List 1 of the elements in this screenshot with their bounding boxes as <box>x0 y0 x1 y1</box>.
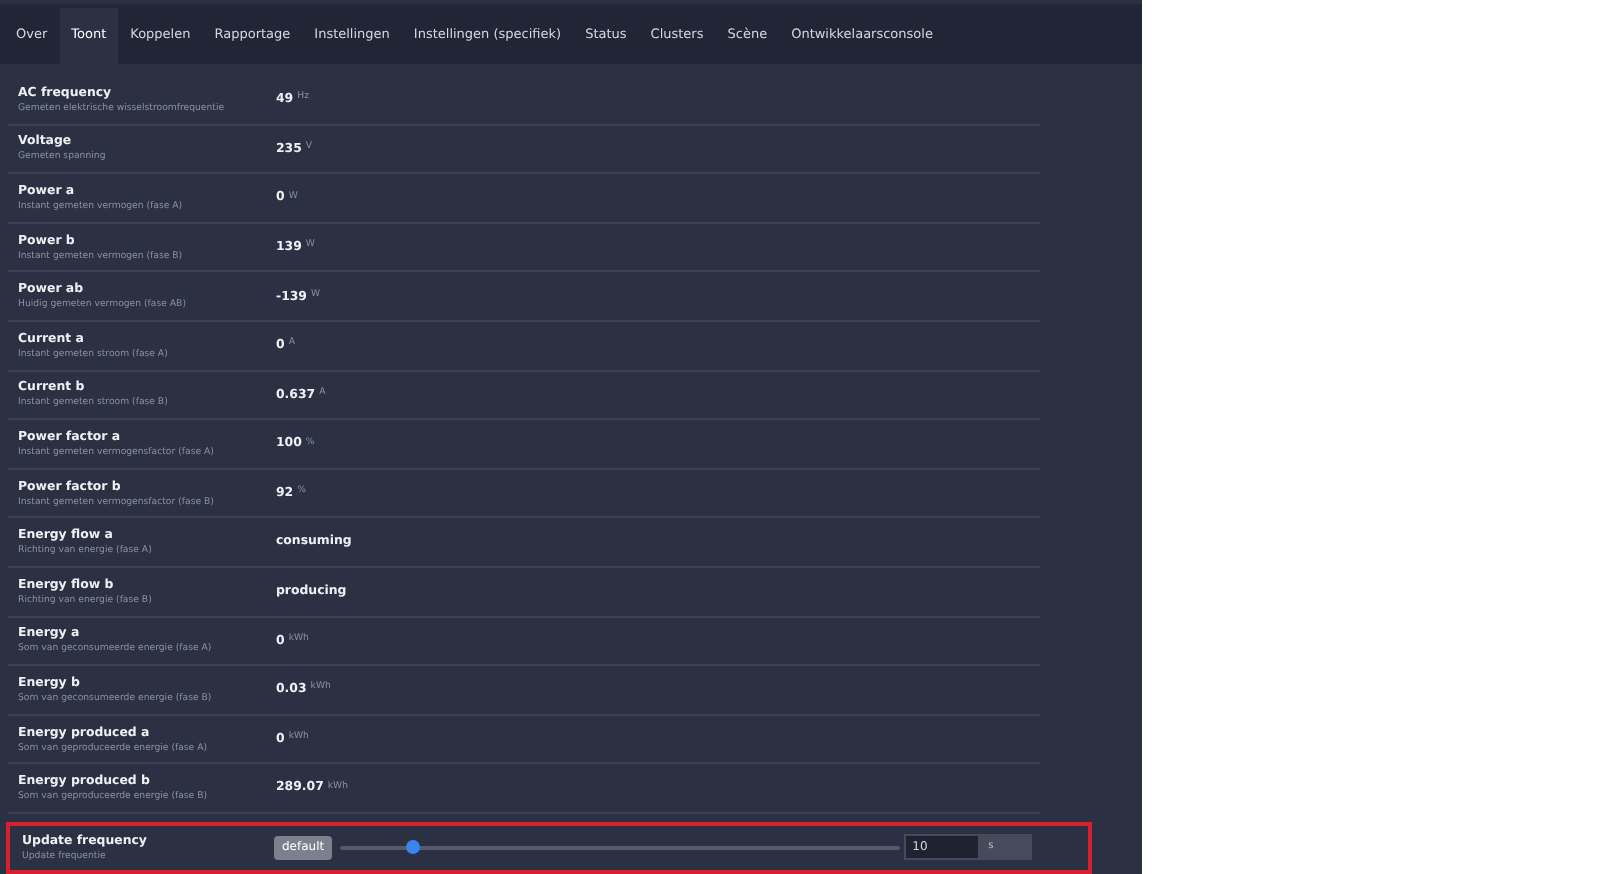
slider-thumb[interactable] <box>406 840 421 855</box>
